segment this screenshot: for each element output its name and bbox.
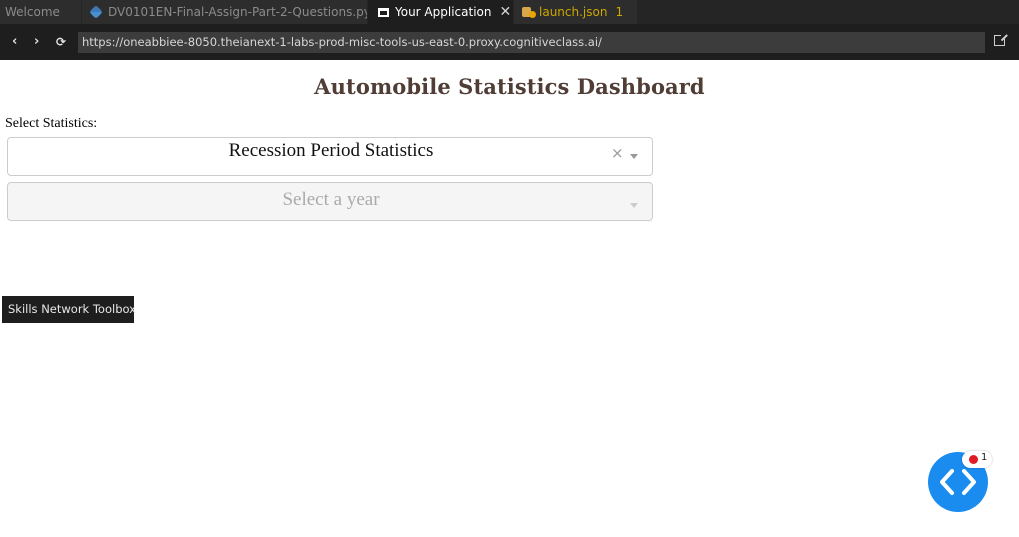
year-dropdown-placeholder: Select a year (282, 189, 380, 210)
chevron-down-icon[interactable] (630, 203, 638, 208)
statistics-dropdown-value: Recession Period Statistics (228, 140, 434, 161)
problems-count-badge: 1 (615, 5, 624, 19)
alert-dot-icon (969, 455, 978, 464)
json-config-icon (522, 6, 536, 18)
tab-welcome[interactable]: Welcome (0, 0, 82, 24)
year-dropdown[interactable]: Select a year (7, 182, 653, 221)
reload-button[interactable]: ⟳ (56, 34, 66, 50)
open-external-icon[interactable] (994, 33, 1007, 46)
skills-network-toolbox-tooltip: Skills Network Toolbox (2, 296, 136, 323)
clear-selection-icon[interactable]: × (611, 144, 624, 162)
tab-launch-json[interactable]: launch.json 1 (514, 0, 638, 24)
code-brackets-icon (940, 469, 976, 495)
chevron-down-icon[interactable] (630, 154, 638, 159)
select-statistics-label: Select Statistics: (5, 116, 98, 131)
url-input[interactable]: https://oneabbiee-8050.theianext-1-labs-… (78, 32, 985, 53)
python-file-icon (89, 5, 103, 19)
editor-tab-bar: Welcome DV0101EN-Final-Assign-Part-2-Que… (0, 0, 1019, 24)
tab-your-application[interactable]: Your Application ✕ (368, 0, 514, 24)
tab-label: launch.json (539, 5, 608, 19)
notification-badge: 1 (962, 451, 992, 468)
notification-count: 1 (981, 452, 988, 463)
statistics-dropdown[interactable]: Recession Period Statistics × (7, 137, 653, 176)
forward-button[interactable]: › (34, 34, 39, 50)
browser-toolbar: ‹ › ⟳ https://oneabbiee-8050.theianext-1… (0, 24, 1019, 60)
tab-label: Welcome (5, 5, 60, 19)
page-title: Automobile Statistics Dashboard (314, 74, 705, 99)
tab-label: Your Application (395, 5, 492, 19)
preview-window-icon (378, 7, 389, 17)
tab-label: DV0101EN-Final-Assign-Part-2-Questions.p… (108, 5, 368, 19)
close-icon[interactable]: ✕ (499, 5, 511, 19)
tab-python-file[interactable]: DV0101EN-Final-Assign-Part-2-Questions.p… (82, 0, 368, 24)
back-button[interactable]: ‹ (12, 34, 17, 50)
